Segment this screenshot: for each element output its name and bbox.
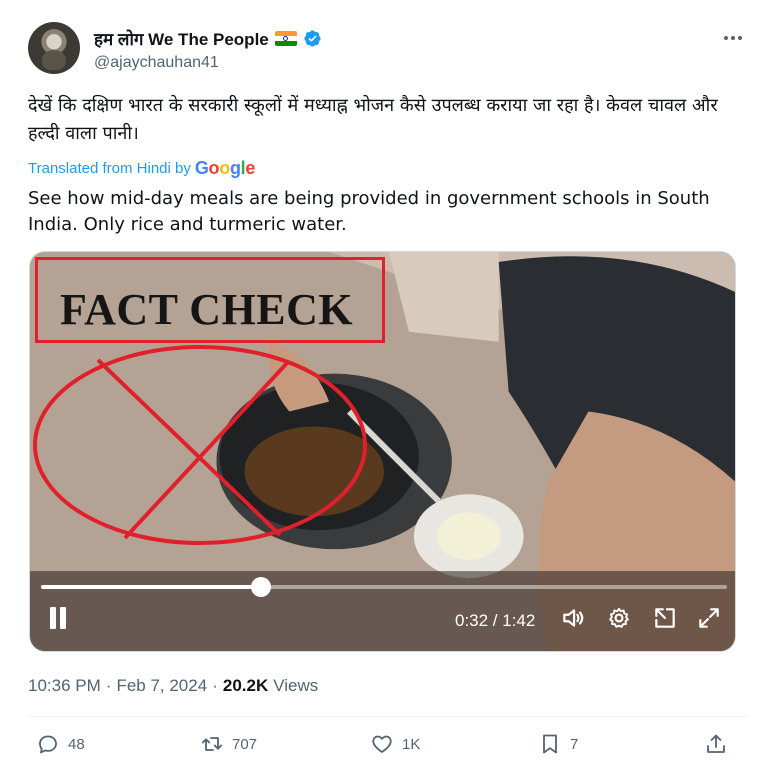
views-label: Views	[273, 676, 319, 695]
tweet-text-english: See how mid-day meals are being provided…	[28, 188, 710, 235]
picture-in-picture-icon[interactable]	[652, 605, 678, 631]
like-count: 1K	[402, 735, 421, 753]
translation-attribution[interactable]: Translated from Hindi by Google	[28, 158, 255, 179]
reply-button[interactable]: 48	[36, 732, 85, 756]
verified-badge-icon	[304, 30, 321, 47]
reply-count: 48	[68, 735, 85, 753]
volume-icon[interactable]	[560, 605, 586, 631]
video-time: 0:32 / 1:42	[455, 611, 536, 630]
video-controls: 0:32 / 1:42	[30, 587, 735, 651]
video-player[interactable]: FACT CHECK 0:32 / 1:42	[29, 251, 736, 652]
avatar[interactable]	[28, 22, 80, 74]
share-button[interactable]	[704, 732, 728, 756]
tweet-date[interactable]: Feb 7, 2024	[116, 676, 207, 696]
tweet-time[interactable]: 10:36 PM	[28, 676, 101, 696]
more-options-icon[interactable]	[718, 28, 748, 48]
fullscreen-icon[interactable]	[696, 605, 722, 631]
reply-icon	[39, 735, 57, 754]
heart-icon	[372, 735, 392, 753]
author-name-line: हम लोग We The People	[94, 27, 322, 50]
author-handle[interactable]: @ajaychauhan41	[94, 54, 219, 72]
fact-check-label: FACT CHECK	[60, 285, 354, 334]
translated-from-label: Translated from Hindi by	[28, 160, 191, 177]
fact-check-overlay: FACT CHECK	[35, 257, 385, 343]
red-cross-overlay	[33, 345, 367, 545]
repost-count: 707	[232, 735, 258, 753]
bookmark-icon	[543, 734, 557, 754]
like-button[interactable]: 1K	[370, 732, 420, 756]
google-logo: Google	[194, 158, 256, 178]
meta-separator: ·	[212, 676, 218, 695]
display-name[interactable]: हम लोग We The People	[94, 27, 269, 50]
settings-gear-icon[interactable]	[606, 605, 632, 631]
tweet-text-hindi: देखें कि दक्षिण भारत के सरकारी स्कूलों म…	[28, 95, 718, 144]
repost-button[interactable]: 707	[200, 732, 257, 756]
tweet-meta: 10:36 PM · Feb 7, 2024 · 20.2K Views	[28, 676, 318, 696]
india-flag-icon	[274, 31, 297, 46]
bookmark-button[interactable]: 7	[538, 732, 578, 756]
meta-separator: ·	[105, 676, 112, 695]
repost-icon	[201, 737, 223, 751]
tweet-actions: 48 707 1K 7	[28, 732, 738, 762]
divider	[28, 716, 748, 717]
tweet-header: हम लोग We The People @ajaychauhan41	[28, 22, 748, 78]
share-icon	[707, 734, 725, 753]
views-count: 20.2K	[222, 676, 269, 695]
pause-icon[interactable]	[48, 607, 68, 629]
bookmark-count: 7	[570, 735, 579, 753]
